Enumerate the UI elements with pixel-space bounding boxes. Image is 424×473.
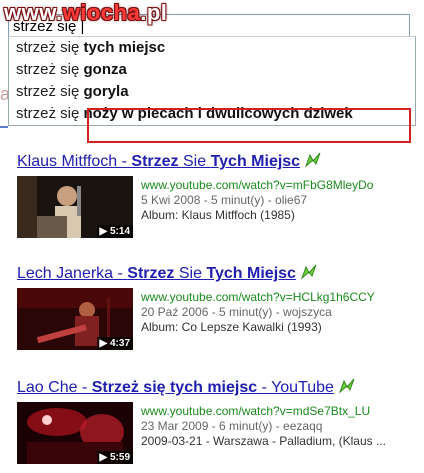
suggestion-item[interactable]: strzeż się tych miejsc [9, 37, 415, 59]
video-result: Klaus Mitffoch - Strzez Sie Tych Miejsc … [17, 152, 417, 238]
result-title-link[interactable]: Lech Janerka - Strzez Sie Tych Miejsc [17, 264, 417, 284]
red-highlight-box [87, 108, 411, 143]
video-duration: ▶ 5:14 [96, 225, 133, 238]
video-duration: ▶ 5:59 [96, 451, 133, 464]
video-result: Lao Che - Strzeż się tych miejsc - YouTu… [17, 378, 417, 464]
result-meta: www.youtube.com/watch?v=mdSe7Btx_LU 23 M… [141, 404, 386, 449]
result-title-link[interactable]: Lao Che - Strzeż się tych miejsc - YouTu… [17, 378, 417, 398]
video-thumbnail[interactable]: ▶ 4:37 [17, 288, 133, 350]
result-meta: www.youtube.com/watch?v=mFbG8MleyDo 5 Kw… [141, 178, 373, 223]
result-url[interactable]: www.youtube.com/watch?v=mFbG8MleyDo [141, 178, 373, 193]
video-duration: ▶ 4:37 [96, 337, 133, 350]
star-icon [300, 264, 317, 280]
result-title-link[interactable]: Klaus Mitffoch - Strzez Sie Tych Miejsc [17, 152, 417, 172]
suggestion-item[interactable]: strzeż się gonza [9, 59, 415, 81]
video-result: Lech Janerka - Strzez Sie Tych Miejsc ▶ … [17, 264, 417, 350]
result-url[interactable]: www.youtube.com/watch?v=mdSe7Btx_LU [141, 404, 386, 419]
star-icon [338, 378, 355, 394]
video-thumbnail[interactable]: ▶ 5:59 [17, 402, 133, 464]
suggestion-item[interactable]: strzeż się goryla [9, 81, 415, 103]
watermark-logo: www.wiocha.pl [4, 0, 168, 25]
result-date: 5 Kwi 2008 - 5 minut(y) - olie67 [141, 193, 308, 207]
result-album: Album: Co Lepsze Kawalki (1993) [141, 320, 322, 334]
star-icon [304, 152, 321, 168]
result-album: Album: Klaus Mitffoch (1985) [141, 208, 295, 222]
result-album: 2009-03-21 - Warszawa - Palladium, (Klau… [141, 434, 386, 448]
background-line [0, 126, 8, 128]
result-url[interactable]: www.youtube.com/watch?v=HCLkg1h6CCY [141, 290, 375, 305]
video-thumbnail[interactable]: ▶ 5:14 [17, 176, 133, 238]
result-date: 23 Mar 2009 - 6 minut(y) - eezaqq [141, 419, 323, 433]
result-meta: www.youtube.com/watch?v=HCLkg1h6CCY 20 P… [141, 290, 375, 335]
result-date: 20 Paź 2006 - 5 minut(y) - wojszyca [141, 305, 332, 319]
